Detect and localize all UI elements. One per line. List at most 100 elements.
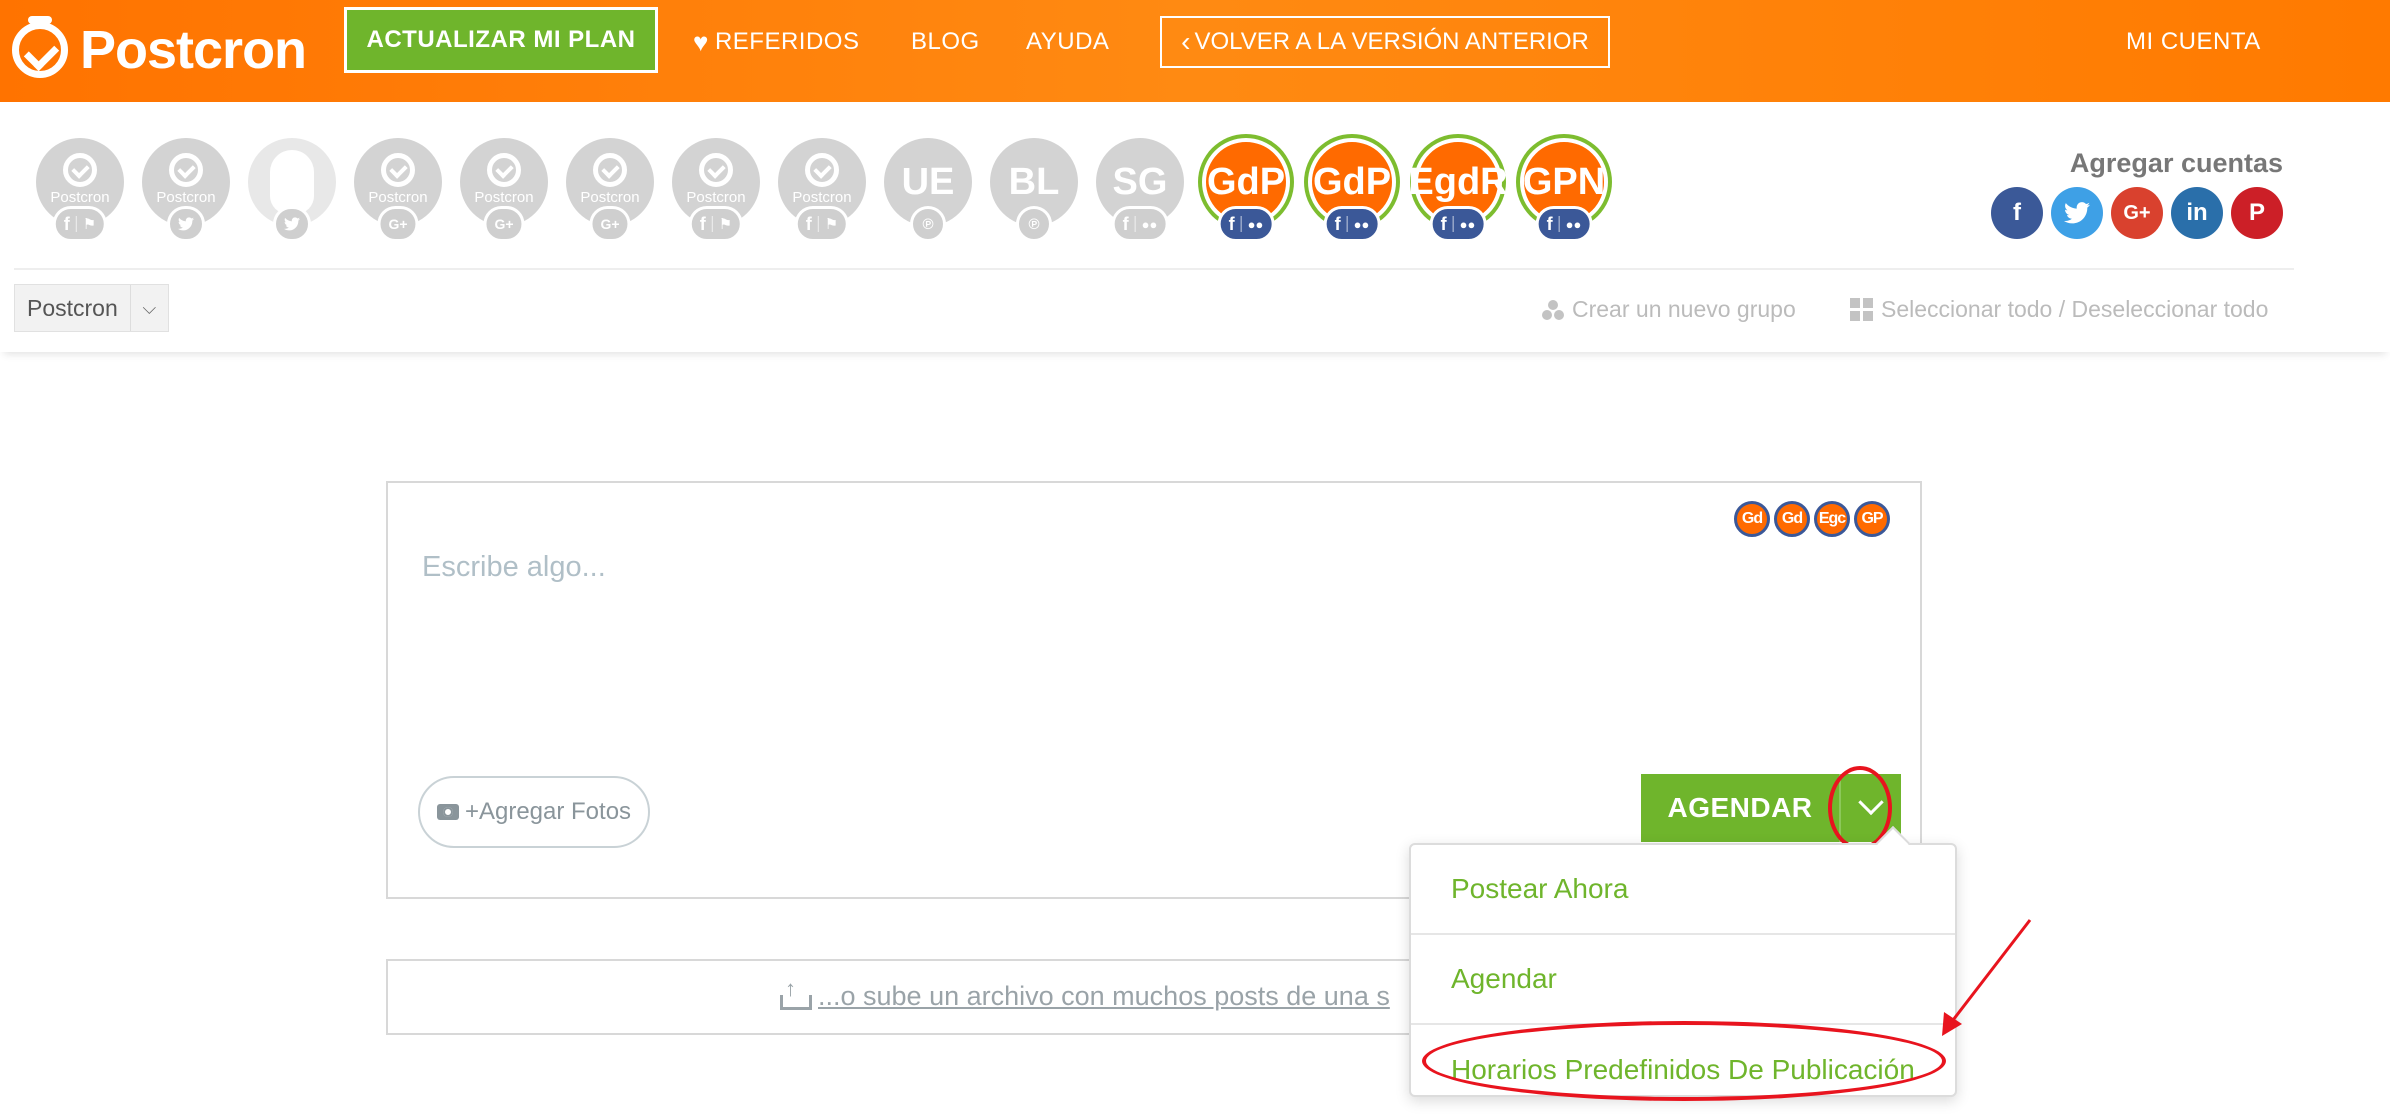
schedule-button[interactable]: AGENDAR xyxy=(1641,774,1839,842)
selected-account-avatar[interactable]: Gd xyxy=(1774,501,1810,537)
create-group-label: Crear un nuevo grupo xyxy=(1572,296,1796,322)
network-badge: f ●● xyxy=(1217,206,1275,242)
referrals-link[interactable]: ♥ REFERIDOS xyxy=(693,22,859,62)
network-badge: f ⚑ xyxy=(52,206,108,242)
account-avatar[interactable]: Postcron xyxy=(142,138,230,258)
group-icon: ●● xyxy=(1459,216,1476,232)
account-initials: GdP xyxy=(1206,160,1286,203)
facebook-icon: f xyxy=(805,213,812,234)
accounts-panel: Postcron f ⚑ Postcron Postcron G+ Postcron G+ Po… xyxy=(0,102,2390,352)
pinterest-icon: ℗ xyxy=(1028,215,1040,233)
account-avatar[interactable]: UE ℗ xyxy=(884,138,972,258)
group-select[interactable]: Postcron ⌵ xyxy=(14,284,169,332)
upload-icon xyxy=(780,976,812,1010)
flag-icon: ⚑ xyxy=(824,216,839,233)
facebook-icon[interactable]: f xyxy=(1991,187,2043,239)
account-caption: Postcron xyxy=(368,188,428,206)
schedule-split-button: AGENDAR xyxy=(1641,774,1901,842)
account-avatar[interactable]: SG f ●● xyxy=(1096,138,1184,258)
bulk-upload-link[interactable]: ...o sube un archivo con muchos posts de… xyxy=(780,976,1390,1012)
account-avatar[interactable]: Postcron G+ xyxy=(354,138,442,258)
account-avatar[interactable]: Postcron f ⚑ xyxy=(36,138,124,258)
flag-icon: ⚑ xyxy=(718,216,733,233)
network-badge: G+ xyxy=(589,206,631,242)
menu-item-post-now[interactable]: Postear Ahora xyxy=(1411,845,1955,935)
postcron-logo-icon xyxy=(699,152,733,187)
google-plus-icon[interactable]: G+ xyxy=(2111,187,2163,239)
account-avatar[interactable]: Postcron G+ xyxy=(460,138,548,258)
add-photos-label: +Agregar Fotos xyxy=(464,798,632,825)
twitter-icon[interactable] xyxy=(2051,187,2103,239)
selected-account-avatar[interactable]: GP xyxy=(1854,501,1890,537)
account-caption: Postcron xyxy=(474,188,534,206)
flag-icon: ⚑ xyxy=(82,216,97,233)
google-plus-icon: G+ xyxy=(388,216,408,232)
selected-account-avatar[interactable]: Egc xyxy=(1814,501,1850,537)
linkedin-icon[interactable]: in xyxy=(2171,187,2223,239)
account-avatar[interactable]: Postcron f ⚑ xyxy=(672,138,760,258)
postcron-logo-icon xyxy=(487,152,521,187)
group-icon: ●● xyxy=(1353,216,1370,232)
help-link[interactable]: AYUDA xyxy=(1026,22,1109,62)
network-badge: f ●● xyxy=(1535,206,1593,242)
postcron-logo-icon xyxy=(381,152,415,187)
account-caption: Postcron xyxy=(50,188,110,206)
logo-text: Postcron xyxy=(80,20,307,80)
account-avatar[interactable]: Postcron G+ xyxy=(566,138,654,258)
bulk-upload-label: ...o sube un archivo con muchos posts de… xyxy=(818,981,1390,1011)
account-avatar[interactable]: GdP f ●● xyxy=(1308,138,1396,258)
account-avatar[interactable]: BL ℗ xyxy=(990,138,1078,258)
postcron-logo[interactable]: Postcron xyxy=(12,10,307,90)
select-all-link[interactable]: Seleccionar todo / Deseleccionar todo xyxy=(1850,296,2268,323)
my-account-link[interactable]: MI CUENTA xyxy=(2126,22,2261,62)
facebook-icon: f xyxy=(1440,213,1447,234)
account-initials: SG xyxy=(1112,160,1168,203)
facebook-icon: f xyxy=(1228,213,1235,234)
add-account-networks: f G+ in P xyxy=(1991,187,2283,239)
account-initials: EgdR xyxy=(1408,160,1508,203)
account-initials: UE xyxy=(901,160,955,203)
menu-item-schedule[interactable]: Agendar xyxy=(1411,935,1955,1025)
account-initials: BL xyxy=(1008,160,1060,203)
network-badge: f ⚑ xyxy=(794,206,850,242)
facebook-icon: f xyxy=(699,213,706,234)
account-avatar[interactable] xyxy=(248,138,336,258)
account-avatar[interactable]: Postcron f ⚑ xyxy=(778,138,866,258)
postcron-logo-icon xyxy=(805,152,839,187)
account-avatar[interactable]: GdP f ●● xyxy=(1202,138,1290,258)
network-badge: ℗ xyxy=(1016,206,1052,242)
account-avatar[interactable]: EgdR f ●● xyxy=(1408,138,1508,258)
previous-version-button[interactable]: ‹ VOLVER A LA VERSIÓN ANTERIOR xyxy=(1160,16,1610,68)
post-text-input[interactable]: Escribe algo... xyxy=(422,551,606,584)
menu-item-predefined-schedules[interactable]: Horarios Predefinidos De Publicación xyxy=(1411,1025,1955,1115)
network-badge: f ●● xyxy=(1323,206,1381,242)
add-photos-button[interactable]: +Agregar Fotos xyxy=(418,776,650,848)
group-icon xyxy=(1542,299,1564,320)
upgrade-plan-button[interactable]: ACTUALIZAR MI PLAN xyxy=(344,7,658,73)
divider xyxy=(14,268,2294,270)
account-caption: Postcron xyxy=(580,188,640,206)
facebook-icon: f xyxy=(1546,213,1553,234)
postcron-logo-icon xyxy=(593,152,627,187)
selected-accounts: Gd Gd Egc GP xyxy=(1734,501,1890,537)
google-plus-icon: G+ xyxy=(600,216,620,232)
create-group-link[interactable]: Crear un nuevo grupo xyxy=(1542,296,1796,323)
account-caption: Postcron xyxy=(792,188,852,206)
postcron-logo-icon xyxy=(12,16,68,78)
network-badge: f ●● xyxy=(1111,206,1169,242)
selected-account-avatar[interactable]: Gd xyxy=(1734,501,1770,537)
referrals-label: REFERIDOS xyxy=(714,28,860,55)
group-icon: ●● xyxy=(1565,216,1582,232)
select-all-label: Seleccionar todo / Deseleccionar todo xyxy=(1881,296,2269,322)
network-badge: G+ xyxy=(377,206,419,242)
account-initials: GdP xyxy=(1312,160,1392,203)
network-badge xyxy=(273,206,311,242)
pinterest-icon[interactable]: P xyxy=(2231,187,2283,239)
post-composer: Escribe algo... Gd Gd Egc GP +Agregar Fo… xyxy=(386,481,1922,899)
postcron-logo-icon xyxy=(169,152,203,187)
grid-icon xyxy=(1850,298,1873,321)
chevron-left-icon: ‹ xyxy=(1181,26,1191,57)
account-caption: Postcron xyxy=(156,188,216,206)
blog-link[interactable]: BLOG xyxy=(911,22,980,62)
account-avatar[interactable]: GPN f ●● xyxy=(1520,138,1608,258)
